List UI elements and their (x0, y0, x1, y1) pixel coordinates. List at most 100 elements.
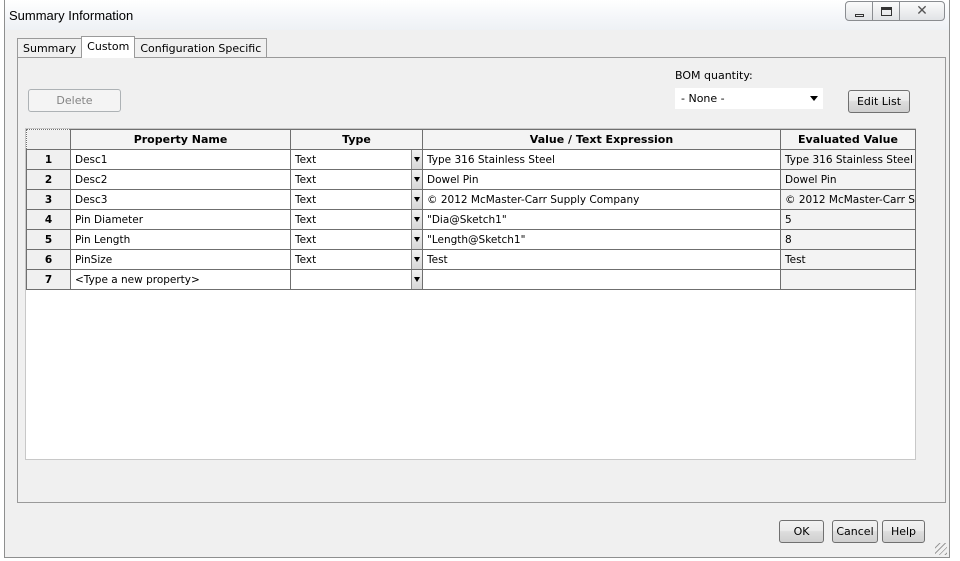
bom-quantity-value: - None - (681, 92, 725, 105)
value-cell[interactable]: Type 316 Stainless Steel (422, 149, 781, 170)
type-cell-text: Text (295, 233, 317, 246)
row-number-text: 1 (44, 153, 53, 166)
table-row[interactable]: 1 Desc1 Text Type 316 Stainless Steel Type 3… (26, 149, 916, 170)
tab-custom[interactable]: Custom (81, 36, 136, 58)
evaluated-value-cell-text: 8 (785, 233, 792, 246)
table-row[interactable]: 6 PinSize Text Test Test (26, 249, 916, 270)
type-cell[interactable]: Text (290, 189, 423, 210)
type-cell[interactable]: Text (290, 209, 423, 230)
row-number-text: 6 (44, 253, 53, 266)
evaluated-value-cell: 5 (780, 209, 916, 230)
minimize-icon (854, 13, 864, 17)
property-name-cell[interactable]: Desc1 (70, 149, 291, 170)
maximize-button[interactable] (872, 1, 900, 21)
row-number: 3 (26, 189, 71, 210)
type-cell[interactable]: Text (290, 229, 423, 250)
help-button[interactable]: Help (882, 520, 925, 543)
evaluated-value-cell-text: Type 316 Stainless Steel (785, 153, 913, 166)
properties-table: Property Name Type Value / Text Expressi… (26, 129, 916, 290)
type-cell-text: Text (295, 193, 317, 206)
evaluated-value-cell: © 2012 McMaster-Carr S (780, 189, 916, 210)
property-name-cell-text: PinSize (75, 253, 113, 266)
value-cell[interactable]: © 2012 McMaster-Carr Supply Company (422, 189, 781, 210)
row-number: 6 (26, 249, 71, 270)
row-number-text: 3 (44, 193, 53, 206)
select-all-corner[interactable] (26, 129, 71, 150)
evaluated-value-cell (780, 269, 916, 290)
value-cell[interactable]: "Dia@Sketch1" (422, 209, 781, 230)
table-header-row: Property Name Type Value / Text Expressi… (26, 129, 916, 150)
type-cell[interactable]: Text (290, 169, 423, 190)
row-number-text: 7 (44, 273, 53, 286)
edit-list-button[interactable]: Edit List (848, 90, 910, 113)
evaluated-value-cell-text: Dowel Pin (785, 173, 837, 186)
value-cell[interactable] (422, 269, 781, 290)
type-cell[interactable]: Text (290, 249, 423, 270)
evaluated-value-cell: 8 (780, 229, 916, 250)
evaluated-value-cell-text: 5 (785, 213, 792, 226)
value-cell-text: "Dia@Sketch1" (427, 213, 507, 226)
custom-properties-grid: Property Name Type Value / Text Expressi… (25, 128, 916, 460)
close-icon: ✕ (916, 3, 928, 19)
caption-buttons: ✕ (845, 1, 945, 21)
table-row[interactable]: 7 <Type a new property> (26, 269, 916, 290)
tab-summary[interactable]: Summary (17, 38, 83, 58)
property-name-cell-text: Desc2 (75, 173, 108, 186)
chevron-down-icon[interactable] (411, 190, 422, 209)
row-number: 5 (26, 229, 71, 250)
row-number: 1 (26, 149, 71, 170)
property-name-cell[interactable]: Desc3 (70, 189, 291, 210)
value-cell-text: © 2012 McMaster-Carr Supply Company (427, 193, 640, 206)
delete-button[interactable]: Delete (28, 89, 121, 112)
chevron-down-icon[interactable] (411, 270, 422, 289)
property-name-cell[interactable]: Pin Length (70, 229, 291, 250)
table-row[interactable]: 5 Pin Length Text "Length@Sketch1" 8 (26, 229, 916, 250)
evaluated-value-cell: Type 316 Stainless Steel (780, 149, 916, 170)
evaluated-value-cell: Dowel Pin (780, 169, 916, 190)
column-header-property-name[interactable]: Property Name (70, 129, 291, 150)
type-cell[interactable]: Text (290, 149, 423, 170)
row-number-text: 2 (44, 173, 53, 186)
tab-configuration-specific[interactable]: Configuration Specific (134, 38, 268, 58)
value-cell-text: Dowel Pin (427, 173, 479, 186)
resize-grip[interactable] (935, 543, 947, 555)
value-cell[interactable]: "Length@Sketch1" (422, 229, 781, 250)
row-number: 7 (26, 269, 71, 290)
row-number: 4 (26, 209, 71, 230)
table-row[interactable]: 2 Desc2 Text Dowel Pin Dowel Pin (26, 169, 916, 190)
chevron-down-icon (810, 96, 818, 101)
type-cell-text: Text (295, 173, 317, 186)
property-name-cell[interactable]: <Type a new property> (70, 269, 291, 290)
column-header-type[interactable]: Type (290, 129, 423, 150)
bom-quantity-label: BOM quantity: (675, 69, 753, 82)
value-cell-text: Test (427, 253, 448, 266)
ok-button[interactable]: OK (779, 520, 824, 543)
column-header-evaluated-value[interactable]: Evaluated Value (780, 129, 916, 150)
value-cell[interactable]: Dowel Pin (422, 169, 781, 190)
chevron-down-icon[interactable] (411, 150, 422, 169)
property-name-cell[interactable]: Pin Diameter (70, 209, 291, 230)
chevron-down-icon[interactable] (411, 250, 422, 269)
value-cell-text: "Length@Sketch1" (427, 233, 526, 246)
maximize-icon (880, 6, 892, 16)
value-cell-text: Type 316 Stainless Steel (427, 153, 555, 166)
table-row[interactable]: 3 Desc3 Text © 2012 McMaster-Carr Supply Co… (26, 189, 916, 210)
property-name-cell-text: Pin Diameter (75, 213, 144, 226)
chevron-down-icon[interactable] (411, 210, 422, 229)
chevron-down-icon[interactable] (411, 170, 422, 189)
property-name-cell[interactable]: PinSize (70, 249, 291, 270)
summary-information-dialog: Summary Information ✕ Summary Custom Con… (4, 0, 950, 558)
table-row[interactable]: 4 Pin Diameter Text "Dia@Sketch1" 5 (26, 209, 916, 230)
value-cell[interactable]: Test (422, 249, 781, 270)
property-name-cell-text: <Type a new property> (75, 273, 200, 286)
title-bar[interactable]: Summary Information ✕ (5, 0, 949, 30)
chevron-down-icon[interactable] (411, 230, 422, 249)
minimize-button[interactable] (845, 1, 873, 21)
row-number-text: 4 (44, 213, 53, 226)
column-header-value[interactable]: Value / Text Expression (422, 129, 781, 150)
bom-quantity-select[interactable]: - None - (675, 88, 823, 109)
close-button[interactable]: ✕ (899, 1, 945, 21)
property-name-cell[interactable]: Desc2 (70, 169, 291, 190)
cancel-button[interactable]: Cancel (832, 520, 878, 543)
type-cell[interactable] (290, 269, 423, 290)
